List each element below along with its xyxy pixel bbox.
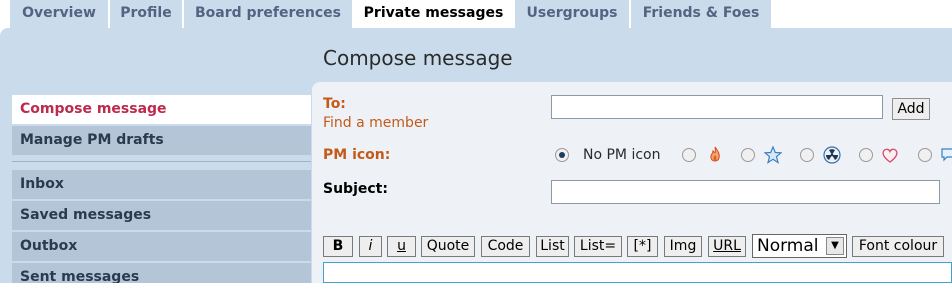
list-button[interactable]: List	[536, 236, 569, 257]
list-item-button[interactable]: [*]	[627, 236, 658, 257]
tab-private-messages[interactable]: Private messages	[354, 0, 513, 30]
font-size-value: Normal	[757, 236, 819, 256]
italic-button[interactable]: i	[359, 236, 382, 257]
message-textarea[interactable]	[323, 262, 952, 283]
tab-friends-foes[interactable]: Friends & Foes	[631, 0, 771, 28]
chevron-down-icon[interactable]: ▼	[826, 237, 844, 255]
font-colour-button[interactable]: Font colour	[852, 236, 944, 257]
tab-bar: Overview Profile Board preferences Priva…	[0, 0, 952, 30]
to-label: To:	[323, 96, 346, 112]
subject-label: Subject:	[323, 181, 388, 197]
sidebar-item-outbox[interactable]: Outbox	[12, 232, 311, 261]
tab-overview[interactable]: Overview	[10, 0, 108, 28]
quote-button[interactable]: Quote	[421, 236, 475, 257]
sidebar-divider	[12, 161, 311, 162]
sidebar-item-manage-pm-drafts[interactable]: Manage PM drafts	[12, 126, 311, 155]
page-title: Compose message	[323, 46, 513, 70]
underline-button[interactable]: u	[387, 236, 416, 257]
code-button[interactable]: Code	[481, 236, 530, 257]
sidebar-item-compose-message[interactable]: Compose message	[12, 95, 311, 124]
sidebar-item-saved-messages[interactable]: Saved messages	[12, 201, 311, 230]
no-pm-icon-radio[interactable]	[555, 148, 569, 162]
pm-icon-label: PM icon:	[323, 147, 391, 163]
font-size-select[interactable]: Normal ▼	[752, 234, 847, 258]
pm-icon-radioactive-radio[interactable]	[800, 148, 814, 162]
ordered-list-button[interactable]: List=	[574, 236, 622, 257]
tab-board-preferences[interactable]: Board preferences	[184, 0, 352, 28]
pm-icon-heart-radio[interactable]	[859, 148, 873, 162]
heart-icon	[882, 148, 898, 163]
fire-icon	[710, 146, 720, 162]
pm-icon-star-radio[interactable]	[741, 148, 755, 162]
find-member-link[interactable]: Find a member	[323, 115, 428, 131]
pm-icon-fire-radio[interactable]	[682, 148, 696, 162]
to-input[interactable]	[551, 95, 883, 119]
subject-input[interactable]	[551, 180, 940, 204]
add-button[interactable]: Add	[892, 98, 930, 120]
radioactive-icon	[823, 146, 841, 164]
tab-profile[interactable]: Profile	[110, 0, 182, 28]
star-icon	[764, 146, 782, 164]
img-button[interactable]: Img	[664, 236, 702, 257]
url-button[interactable]: URL	[708, 236, 746, 257]
no-pm-icon-label: No PM icon	[583, 147, 661, 163]
pm-icon-speech-radio[interactable]	[918, 148, 932, 162]
bold-button[interactable]: B	[323, 236, 353, 257]
tab-usergroups[interactable]: Usergroups	[515, 0, 629, 28]
sidebar-item-sent-messages[interactable]: Sent messages	[12, 263, 311, 283]
speech-bubble-icon	[941, 148, 952, 162]
sidebar-item-inbox[interactable]: Inbox	[12, 170, 311, 199]
